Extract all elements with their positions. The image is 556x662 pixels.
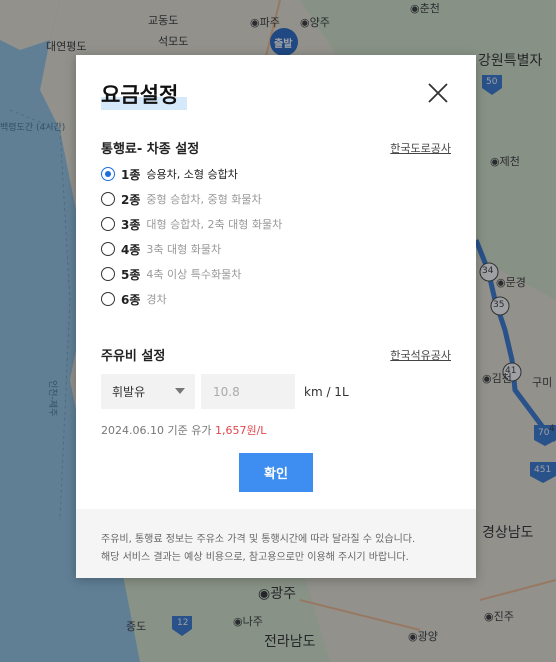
vehicle-class-desc: 중형 승합차, 중형 화물차 — [146, 193, 262, 206]
vehicle-class-desc: 경차 — [146, 293, 167, 306]
close-icon — [428, 83, 448, 103]
vehicle-class-label: 3종 — [121, 217, 141, 232]
vehicle-class-option-3[interactable]: 3종 대형 승합차, 2축 대형 화물차 — [101, 214, 282, 234]
footer-notice-1: 주유비, 통행료 정보는 주유소 가격 및 통행시간에 따라 달라질 수 있습니… — [101, 534, 416, 545]
vehicle-class-option-6[interactable]: 6종 경차 — [101, 289, 167, 309]
radio-selected[interactable] — [101, 167, 115, 181]
vehicle-class-desc: 3축 대형 화물차 — [146, 243, 222, 256]
modal-title-wrap: 요금설정 — [101, 79, 187, 110]
vehicle-class-desc: 승용차, 소형 승합차 — [146, 168, 238, 181]
vehicle-class-desc: 대형 승합차, 2축 대형 화물차 — [146, 218, 283, 231]
expressway-corp-link[interactable]: 한국도로공사 — [390, 140, 451, 156]
fuel-price-line: 2024.06.10 기준 유가 1,657원/L — [101, 422, 266, 438]
vehicle-class-option-4[interactable]: 4종 3축 대형 화물차 — [101, 239, 221, 259]
vehicle-class-label: 4종 — [121, 242, 141, 257]
fare-settings-modal: 요금설정 통행료- 차종 설정 한국도로공사 1종 승용차, 소형 승합차 2종… — [76, 55, 476, 578]
radio-unselected[interactable] — [101, 192, 115, 206]
toll-section-title: 통행료- 차종 설정 — [101, 142, 200, 157]
fuel-efficiency-unit: km / 1L — [304, 385, 349, 399]
close-button[interactable] — [426, 81, 450, 105]
modal-footer: 주유비, 통행료 정보는 주유소 가격 및 통행시간에 따라 달라질 수 있습니… — [76, 509, 476, 578]
radio-unselected[interactable] — [101, 242, 115, 256]
vehicle-class-label: 5종 — [121, 267, 141, 282]
fuel-price-value: 1,657원/L — [214, 424, 267, 437]
vehicle-class-option-5[interactable]: 5종 4축 이상 특수화물차 — [101, 264, 241, 284]
radio-unselected[interactable] — [101, 217, 115, 231]
caret-down-icon — [175, 388, 185, 394]
radio-unselected[interactable] — [101, 267, 115, 281]
vehicle-class-option-2[interactable]: 2종 중형 승합차, 중형 화물차 — [101, 189, 262, 209]
radio-unselected[interactable] — [101, 292, 115, 306]
modal-title: 요금설정 — [101, 83, 179, 107]
footer-notice-2: 해당 서비스 결과는 예상 비용으로, 참고용으로만 이용해 주시기 바랍니다. — [101, 552, 409, 563]
vehicle-class-desc: 4축 이상 특수화물차 — [146, 268, 242, 281]
vehicle-class-label: 6종 — [121, 292, 141, 307]
vehicle-class-label: 1종 — [121, 167, 141, 182]
fuel-price-prefix: 2024.06.10 기준 유가 — [101, 424, 212, 437]
fuel-efficiency-input[interactable] — [201, 374, 295, 409]
fuel-type-value: 휘발유 — [112, 385, 146, 399]
fuel-section-title: 주유비 설정 — [101, 349, 166, 364]
confirm-button[interactable]: 확인 — [239, 453, 313, 492]
fuel-type-select[interactable]: 휘발유 — [101, 374, 195, 409]
vehicle-class-option-1[interactable]: 1종 승용차, 소형 승합차 — [101, 164, 238, 184]
vehicle-class-label: 2종 — [121, 192, 141, 207]
petroleum-corp-link[interactable]: 한국석유공사 — [390, 347, 451, 363]
